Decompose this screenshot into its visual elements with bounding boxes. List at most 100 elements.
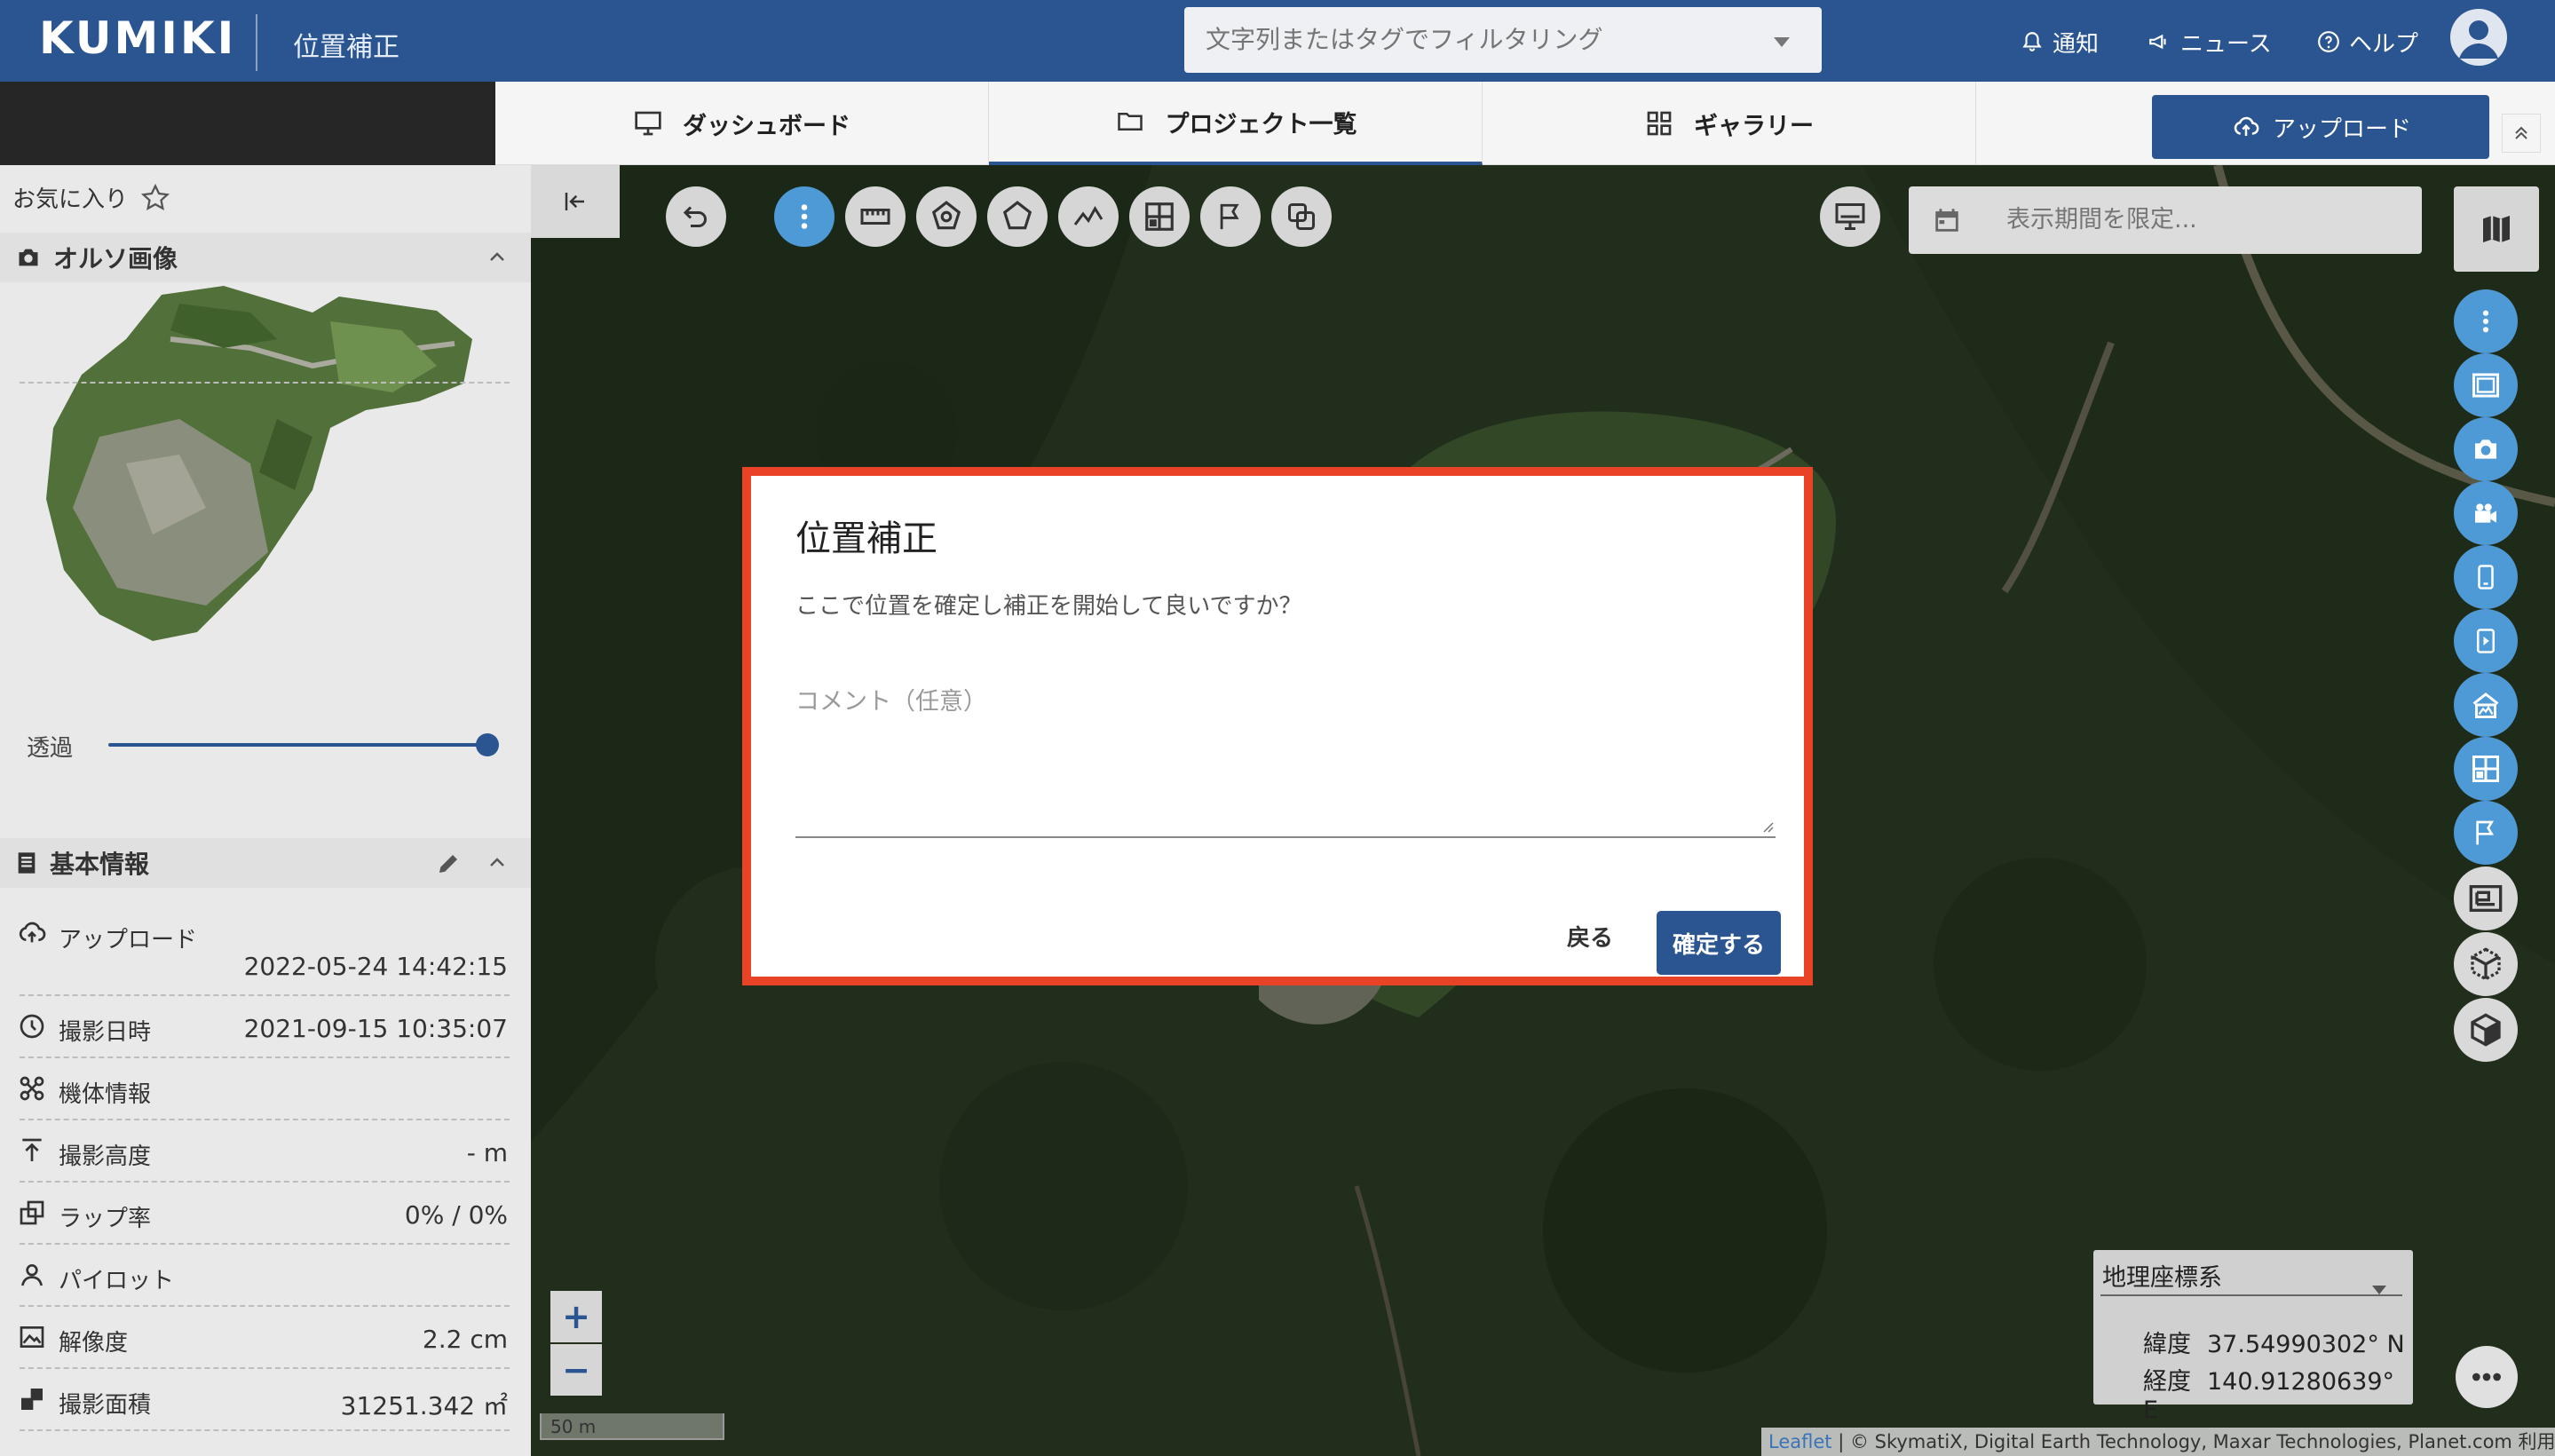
opacity-slider-track[interactable] — [108, 743, 490, 747]
zoom-in-button[interactable]: + — [550, 1291, 602, 1342]
info-label: 撮影面積 — [59, 1392, 152, 1419]
tab-dashboard[interactable]: ダッシュボード — [495, 82, 989, 165]
copy-layers-icon — [1288, 203, 1315, 230]
pentagon-icon — [1002, 201, 1032, 230]
panel-icon — [2469, 885, 2503, 912]
survey-layer-button[interactable] — [2454, 673, 2518, 737]
3d-model-button[interactable] — [2454, 998, 2518, 1062]
filter-input[interactable] — [1206, 7, 1738, 73]
folder-icon — [1117, 113, 1143, 131]
ortho-layer-button[interactable] — [2454, 353, 2518, 417]
pointcloud-button[interactable] — [2454, 932, 2518, 996]
collapse-sidebar-button[interactable] — [531, 165, 620, 238]
upload-label: アップロード — [2272, 115, 2411, 143]
confirm-dialog: 位置補正 ここで位置を確定し補正を開始して良いですか？ コメント（任意） 戻る … — [742, 467, 1813, 985]
camera-icon — [19, 249, 38, 266]
longitude-row: 経度 140.91280639° E — [2143, 1362, 2413, 1424]
flag-icon — [2476, 820, 2495, 845]
tab-gallery[interactable]: ギャラリー — [1483, 82, 1976, 165]
notice-button[interactable]: 通知 — [2021, 25, 2099, 59]
display-tool-button[interactable] — [1820, 186, 1880, 247]
collapse-header-button[interactable] — [2502, 114, 2541, 153]
cube-icon — [2471, 1013, 2501, 1047]
info-value: - m — [466, 1138, 508, 1167]
confirm-button[interactable]: 確定する — [1657, 911, 1781, 975]
comment-field[interactable] — [795, 724, 1776, 838]
info-label: 撮影高度 — [59, 1143, 152, 1170]
video-layer-button[interactable] — [2454, 481, 2518, 545]
altitude-icon — [22, 1138, 42, 1161]
ortho-thumbnail[interactable] — [46, 286, 481, 641]
undo-tool-button[interactable] — [666, 186, 726, 247]
zoom-out-button[interactable]: − — [550, 1344, 602, 1396]
date-range-input[interactable] — [2006, 186, 2397, 254]
polygon-tool-button[interactable] — [987, 186, 1048, 247]
date-range-filter[interactable] — [1909, 186, 2422, 254]
info-value: 0% / 0% — [404, 1200, 508, 1230]
arrow-to-left-icon — [565, 193, 584, 210]
leaflet-link[interactable]: Leaflet — [1768, 1431, 1832, 1452]
calendar-icon — [1935, 209, 1958, 232]
tab-projects[interactable]: プロジェクト一覧 — [989, 82, 1483, 165]
star-icon[interactable] — [140, 183, 170, 213]
help-button[interactable]: ヘルプ — [2317, 25, 2418, 59]
right-menu-button[interactable] — [2454, 289, 2518, 353]
area-tool-button[interactable] — [916, 186, 977, 247]
flag-layer-button[interactable] — [2454, 801, 2518, 865]
house-photo-icon — [2472, 692, 2499, 718]
play-document-icon — [2477, 629, 2495, 653]
info-row-shot-date: 撮影日時 2021-09-15 10:35:07 — [0, 996, 531, 1058]
flag-tool-button[interactable] — [1200, 186, 1261, 247]
mobile-layer-button[interactable] — [2454, 545, 2518, 609]
chevron-down-icon[interactable] — [2372, 1286, 2386, 1294]
top-header: KUMIKI 位置補正 通知 ニュース ヘルプ — [0, 0, 2555, 82]
more-tools-button[interactable] — [774, 186, 835, 247]
edit-pencil-icon[interactable] — [435, 851, 462, 877]
layout-tool-button[interactable] — [1129, 186, 1190, 247]
avatar[interactable] — [2450, 9, 2507, 66]
chevron-down-icon[interactable] — [1774, 37, 1790, 47]
movie-layer-button[interactable] — [2454, 609, 2518, 673]
coord-system-select[interactable]: 地理座標系 — [2100, 1261, 2402, 1296]
polygon-area-icon — [931, 201, 961, 230]
comment-label: コメント（任意） — [795, 688, 987, 716]
info-row-pilot: パイロット — [0, 1245, 531, 1307]
info-label: 機体情報 — [59, 1081, 152, 1108]
panel-layout-button[interactable] — [2454, 866, 2518, 930]
measure-tool-button[interactable] — [845, 186, 906, 247]
profile-tool-button[interactable] — [1058, 186, 1119, 247]
row-divider — [20, 1429, 510, 1431]
monitor-icon — [635, 111, 661, 136]
resize-handle-icon[interactable] — [1760, 819, 1774, 833]
horizontal-dots-icon — [2472, 1373, 2501, 1381]
section-divider — [20, 382, 510, 384]
dialog-message: ここで位置を確定し補正を開始して良いですか？ — [795, 593, 1302, 620]
clock-icon — [20, 1014, 44, 1039]
more-options-button[interactable] — [2456, 1346, 2518, 1408]
chevron-up-icon[interactable] — [486, 852, 508, 874]
coord-system-value: 地理座標系 — [2102, 1264, 2222, 1292]
favorite-toggle[interactable]: お気に入り — [12, 181, 170, 214]
basic-info-section-header[interactable]: 基本情報 — [0, 838, 531, 888]
line-chart-icon — [1073, 206, 1103, 226]
opacity-label: 透過 — [27, 735, 74, 762]
user-avatar-icon — [2459, 20, 2498, 59]
ortho-section-header[interactable]: オルソ画像 — [0, 233, 531, 282]
attribution-text: | © SkymatiX, Digital Earth Technology, … — [1831, 1431, 2555, 1452]
compare-tool-button[interactable] — [1271, 186, 1332, 247]
filter-box[interactable] — [1184, 7, 1822, 73]
news-button[interactable]: ニュース — [2147, 25, 2272, 59]
upload-icon — [19, 922, 46, 943]
photo-layer-button[interactable] — [2454, 417, 2518, 481]
vertical-dots-icon — [801, 204, 808, 229]
layout-layer-button[interactable] — [2454, 737, 2518, 801]
double-chevron-up-icon — [2515, 126, 2527, 139]
brand-logo[interactable]: KUMIKI — [39, 12, 236, 64]
chevron-up-icon[interactable] — [486, 247, 508, 268]
latitude-row: 緯度 37.54990302° N — [2143, 1325, 2405, 1359]
back-button[interactable]: 戻る — [1550, 911, 1630, 961]
tab-gallery-label: ギャラリー — [1694, 112, 1814, 140]
upload-button[interactable]: アップロード — [2152, 95, 2489, 159]
opacity-slider-handle[interactable] — [476, 733, 499, 756]
base-map-button[interactable] — [2454, 186, 2539, 272]
